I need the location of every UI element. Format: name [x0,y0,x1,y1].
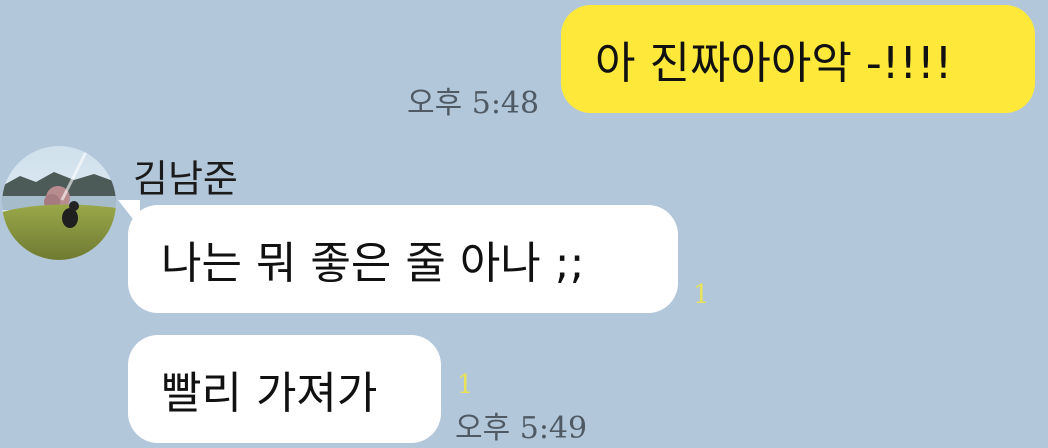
received-message-text: 빨리 가져가 [161,368,378,419]
sent-message-bubble[interactable]: 아 진짜아아악 -!!!! [561,5,1035,113]
sender-name: 김남준 [133,157,238,201]
chat-room: 오후 5:48 아 진짜아아악 -!!!! 김남준 나는 뭐 좋은 줄 아나 ;… [0,0,1048,448]
received-message-bubble[interactable]: 빨리 가져가 [128,335,441,443]
received-message-time: 오후 5:49 [455,411,588,446]
unread-count: 1 [457,370,474,400]
sent-message-text: 아 진짜아아악 -!!!! [595,38,953,89]
unread-count: 1 [693,280,710,310]
sent-message-time: 오후 5:48 [407,86,540,121]
avatar-image [2,146,116,260]
received-message-text: 나는 뭐 좋은 줄 아나 ;; [161,238,585,289]
received-message-bubble[interactable]: 나는 뭐 좋은 줄 아나 ;; [128,205,678,313]
sender-avatar[interactable] [2,146,116,260]
